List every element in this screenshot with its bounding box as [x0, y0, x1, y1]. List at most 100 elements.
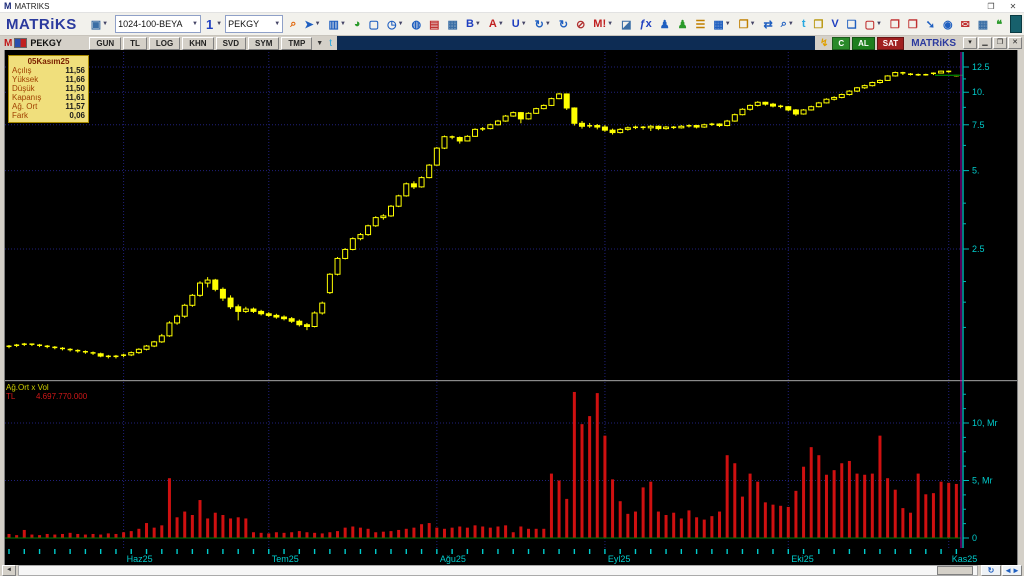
- alarm-bell-icon[interactable]: ◉: [940, 14, 956, 34]
- refresh-icon[interactable]: ↻ ▼: [532, 14, 554, 34]
- twitter-bird-icon[interactable]: t: [329, 38, 332, 49]
- layout-combo[interactable]: 1024-100-BEYA ▼: [115, 15, 201, 33]
- titlebar-button-gun[interactable]: GUN: [89, 36, 122, 50]
- mail-icon[interactable]: ✉: [958, 14, 973, 34]
- titlebar-dropdown-icon[interactable]: ▼: [316, 40, 323, 47]
- symbol-combo[interactable]: PEKGY ▼: [225, 15, 284, 33]
- zoom-tool-icon[interactable]: ⌕: [287, 14, 299, 34]
- underline-icon[interactable]: U ▼: [509, 14, 530, 34]
- window-small2-icon[interactable]: ❐: [905, 14, 921, 34]
- chart-titlebar-left: M PEKGY GUN TL LOG KHN SVD SYM TMP ▼ t: [0, 36, 337, 50]
- scrollbar-thumb[interactable]: [937, 566, 973, 575]
- scroll-nav-button[interactable]: ◄►: [1002, 565, 1022, 576]
- svg-text:Eki25: Eki25: [791, 554, 814, 564]
- news-icon[interactable]: ▦: [445, 14, 461, 34]
- svg-text:10, Mr: 10, Mr: [972, 418, 998, 428]
- mini-chart-icon[interactable]: ◪: [618, 14, 634, 34]
- restore-icon[interactable]: ❐: [993, 37, 1007, 49]
- window-frame-left: [0, 50, 5, 565]
- globe-icon[interactable]: ◍: [409, 14, 425, 34]
- pointer-tool-icon[interactable]: ➤ ▼: [301, 14, 323, 34]
- svg-text:12.5: 12.5: [972, 62, 990, 72]
- font-color-icon[interactable]: A ▼: [486, 14, 507, 34]
- titlebar-button-svd[interactable]: SVD: [215, 36, 247, 50]
- titlebar-button-tl[interactable]: TL: [123, 36, 147, 50]
- clipboard-icon[interactable]: ❑: [844, 14, 860, 34]
- buy-button[interactable]: AL: [852, 36, 875, 50]
- clock-icon[interactable]: ◷ ▼: [384, 14, 407, 34]
- users-icon[interactable]: ♟: [675, 14, 691, 34]
- formula-fx-icon[interactable]: ƒx: [636, 14, 654, 34]
- close-window-icon[interactable]: ✕: [1002, 2, 1024, 11]
- chart-symbol-label: PEKGY: [30, 38, 62, 48]
- save-icon[interactable]: ▣ ▼: [88, 14, 111, 34]
- columns-icon[interactable]: ▤: [426, 14, 442, 34]
- svg-text:Ağu25: Ağu25: [440, 554, 466, 564]
- volume-pane-header: Ağ.Ort x Vol TL 4.697.770.000: [6, 383, 87, 401]
- svg-text:Kas25: Kas25: [952, 554, 978, 564]
- os-titlebar: M MATRIKS ❐ ✕: [0, 0, 1024, 13]
- window-title: MATRIKS: [14, 1, 50, 11]
- toolbar-end-icon[interactable]: [1010, 15, 1022, 33]
- titlebar-menu-icon[interactable]: ▾: [963, 37, 977, 49]
- v-tool-icon[interactable]: V: [828, 14, 841, 34]
- titlebar-button-khn[interactable]: KHN: [182, 36, 214, 50]
- close-icon[interactable]: ✕: [1008, 37, 1022, 49]
- window-small-icon[interactable]: ❐: [887, 14, 903, 34]
- matriks-m-icon[interactable]: M! ▼: [590, 14, 616, 34]
- info-row: Açılış 11,56: [12, 66, 85, 75]
- titlebar-button-sym[interactable]: SYM: [248, 36, 280, 50]
- svg-text:10.: 10.: [972, 87, 985, 97]
- bold-icon[interactable]: B ▼: [463, 14, 484, 34]
- chart-style-icon[interactable]: ▥ ▼: [326, 14, 349, 34]
- screen-share-icon[interactable]: ▢ ▼: [862, 14, 885, 34]
- app-logo-icon: M: [4, 1, 12, 11]
- calculator-icon[interactable]: ▦: [975, 14, 991, 34]
- titlebar-filler: [337, 36, 815, 50]
- currency-label: TL: [6, 392, 16, 401]
- horizontal-scrollbar: ◄ ↻ ◄►: [0, 565, 1024, 576]
- svg-text:5, Mr: 5, Mr: [972, 476, 993, 486]
- twitter-icon[interactable]: t: [799, 14, 809, 34]
- price-volume-chart-canvas[interactable]: 12.5 10. 7.5 5. 2.5 10, Mr 5, Mr 0 Haz25 Tem25 Ağu…: [0, 50, 1024, 565]
- svg-text:0: 0: [972, 533, 977, 543]
- translate-icon[interactable]: ⇄: [761, 14, 776, 34]
- reload-icon[interactable]: ↻: [556, 14, 571, 34]
- matriks-brand-logo: MATRiKS: [6, 15, 77, 33]
- sell-button[interactable]: SAT: [876, 36, 905, 50]
- sync-button[interactable]: ↻: [981, 565, 1001, 576]
- documents-icon[interactable]: ❐ ▼: [736, 14, 759, 34]
- folder-icon[interactable]: ❒: [811, 14, 827, 34]
- page-number-dropdown-icon[interactable]: ▼: [216, 21, 222, 27]
- calendar-icon[interactable]: ▦ ▼: [710, 14, 733, 34]
- titlebar-button-tmp[interactable]: TMP: [281, 36, 313, 50]
- search-icon[interactable]: ⌕ ▼: [778, 14, 797, 34]
- chart-titlebar-right: ↯ C AL SAT MATRiKS ▾ ▁ ❐ ✕: [814, 36, 1024, 50]
- minimize-icon[interactable]: ▁: [978, 37, 992, 49]
- scroll-left-arrow-icon[interactable]: ◄: [2, 565, 16, 576]
- svg-text:7.5: 7.5: [972, 120, 985, 130]
- chart-area: 12.5 10. 7.5 5. 2.5 10, Mr 5, Mr 0 Haz25 Tem25 Ağu…: [0, 50, 1024, 565]
- resize-arrow-icon[interactable]: ➘: [923, 14, 938, 34]
- traffic-light-icon[interactable]: ☰: [692, 14, 708, 34]
- info-date: 05Kasım25: [27, 57, 70, 66]
- matriks-app-window: M MATRIKS ❐ ✕ MATRiKS ▣ ▼ 1024-100-BEYA ▼ …: [0, 0, 1024, 576]
- restore-window-icon[interactable]: ❐: [980, 2, 1002, 11]
- lightning-icon[interactable]: ↯: [820, 38, 828, 49]
- c-button[interactable]: C: [832, 36, 851, 50]
- chat-icon[interactable]: ❝: [993, 14, 1005, 34]
- info-row: Düşük 11,50: [12, 84, 85, 93]
- svg-text:Eyl25: Eyl25: [608, 554, 631, 564]
- scrollbar-track[interactable]: [18, 565, 978, 576]
- titlebar-button-log[interactable]: LOG: [148, 36, 181, 50]
- user-icon[interactable]: ♟: [657, 14, 673, 34]
- window-frame-right: [1017, 50, 1024, 565]
- disable-icon[interactable]: ⊘: [573, 14, 588, 34]
- monitor-icon[interactable]: ▢: [366, 14, 382, 34]
- info-row: Ağ. Ort 11,57: [12, 102, 85, 111]
- info-row: Yüksek 11,66: [12, 75, 85, 84]
- page-number[interactable]: 1: [206, 17, 213, 32]
- indicator-label: Ağ.Ort x Vol: [6, 383, 49, 392]
- pie-chart-icon[interactable]: ◕: [351, 14, 364, 34]
- main-toolbar: MATRiKS ▣ ▼ 1024-100-BEYA ▼ 1 ▼ PEKGY ▼ ⌕ ➤ ▼…: [0, 13, 1024, 36]
